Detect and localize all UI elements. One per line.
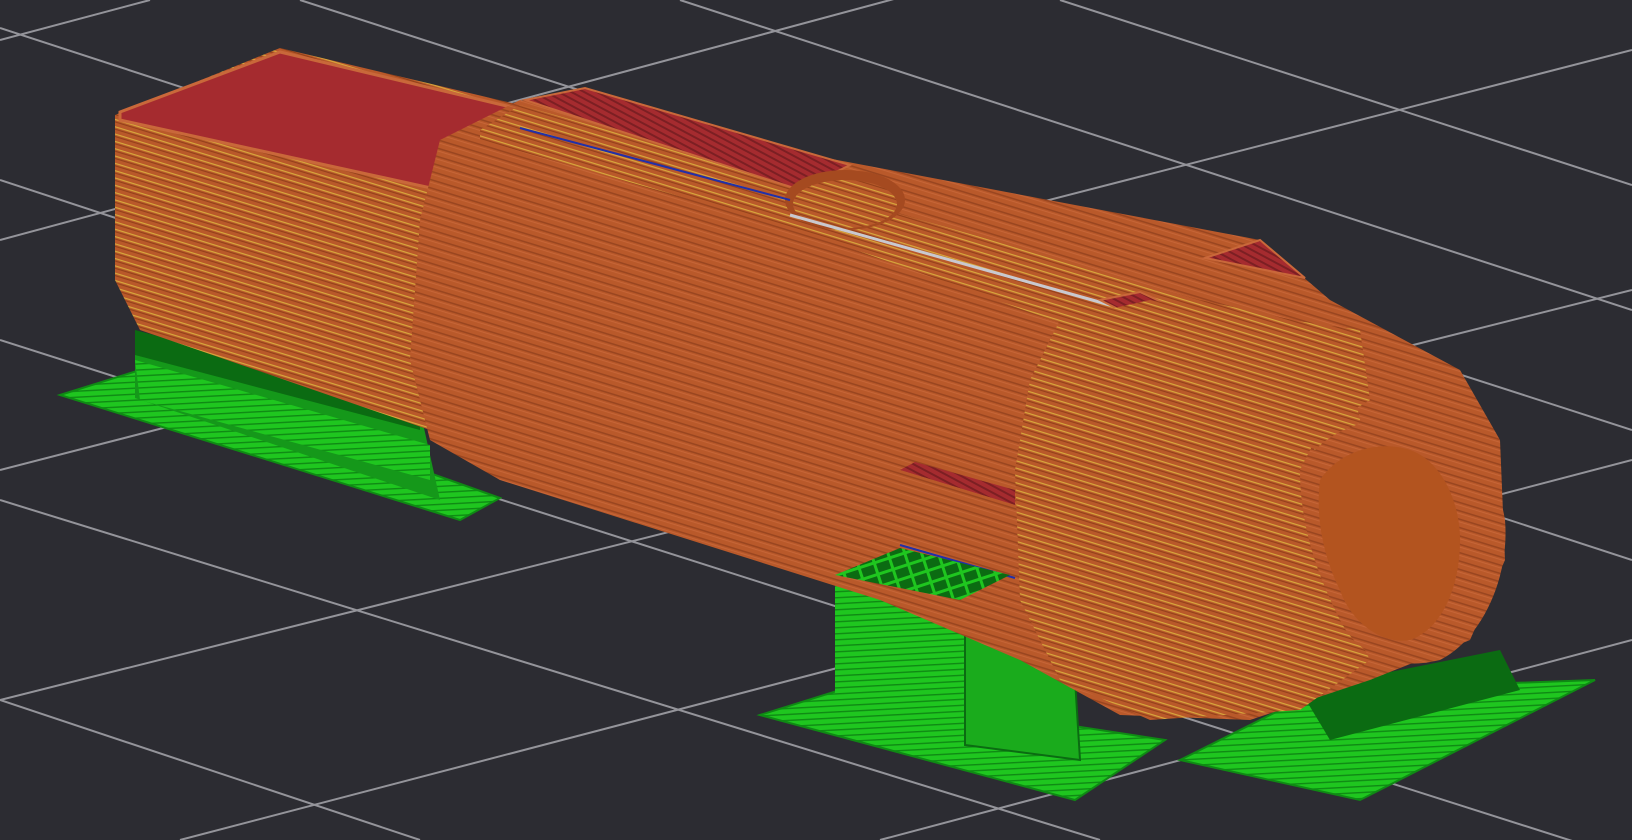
3d-scene[interactable]	[0, 0, 1632, 840]
gcode-preview-viewport[interactable]	[0, 0, 1632, 840]
